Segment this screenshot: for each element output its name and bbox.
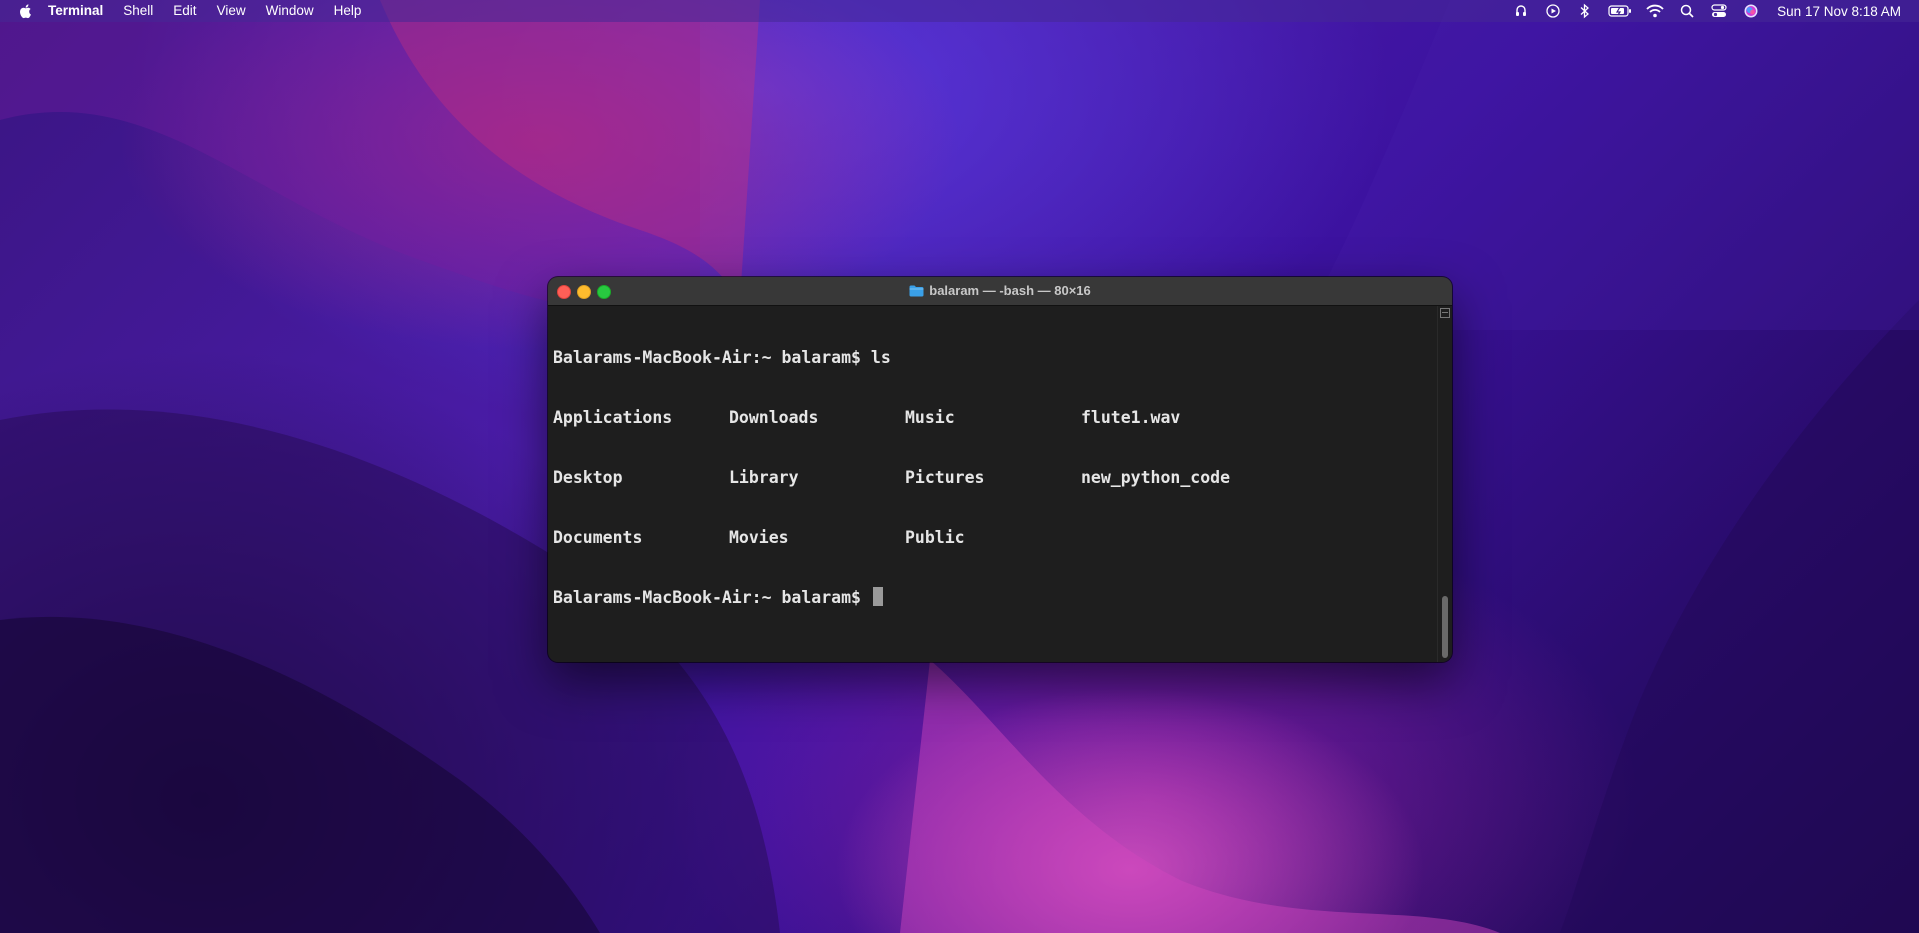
listing-entry: Library <box>729 468 799 487</box>
shell-prompt: Balarams-MacBook-Air:~ balaram$ <box>553 348 871 367</box>
listing-entry: flute1.wav <box>1081 408 1181 427</box>
scrollbar-thumb[interactable] <box>1442 596 1448 658</box>
listing-entry: Applications <box>553 408 673 427</box>
apple-menu-icon[interactable] <box>18 3 34 19</box>
folder-icon <box>909 285 924 297</box>
shell-prompt: Balarams-MacBook-Air:~ balaram$ <box>553 588 871 607</box>
text-cursor <box>872 587 883 606</box>
bluetooth-icon[interactable] <box>1576 3 1594 19</box>
menu-window[interactable]: Window <box>256 0 324 22</box>
menu-bar: Terminal Shell Edit View Window Help Sun… <box>0 0 1919 22</box>
terminal-output[interactable]: Balarams-MacBook-Air:~ balaram$ ls Appli… <box>548 306 1438 662</box>
window-title-area: balaram — -bash — 80×16 <box>548 277 1452 305</box>
listing-entry: Documents <box>553 528 643 547</box>
now-playing-icon[interactable] <box>1544 3 1562 19</box>
airpods-icon[interactable] <box>1512 3 1530 19</box>
command-text: ls <box>870 348 891 367</box>
siri-icon[interactable] <box>1742 3 1760 19</box>
window-titlebar[interactable]: balaram — -bash — 80×16 <box>548 277 1452 306</box>
listing-entry: Music <box>905 408 955 427</box>
menu-app-terminal[interactable]: Terminal <box>48 0 113 22</box>
menubar-clock[interactable]: Sun 17 Nov 8:18 AM <box>1777 4 1901 19</box>
vertical-scrollbar[interactable] <box>1437 306 1452 662</box>
spotlight-search-icon[interactable] <box>1678 3 1696 19</box>
menu-help[interactable]: Help <box>324 0 372 22</box>
split-pane-icon[interactable] <box>1440 308 1450 318</box>
listing-row: Applications Downloads Music flute1.wav <box>553 407 1438 429</box>
battery-icon[interactable] <box>1608 3 1632 19</box>
window-title: balaram — -bash — 80×16 <box>929 283 1091 298</box>
terminal-line-command: Balarams-MacBook-Air:~ balaram$ ls <box>553 347 1438 369</box>
listing-entry: Desktop <box>553 468 623 487</box>
control-center-icon[interactable] <box>1710 3 1728 19</box>
menu-shell[interactable]: Shell <box>113 0 163 22</box>
terminal-line-prompt[interactable]: Balarams-MacBook-Air:~ balaram$ <box>553 587 1438 609</box>
listing-entry: Movies <box>729 528 789 547</box>
menu-view[interactable]: View <box>207 0 256 22</box>
listing-entry: Pictures <box>905 468 985 487</box>
terminal-window[interactable]: balaram — -bash — 80×16 Balarams-MacBook… <box>548 277 1452 662</box>
listing-entry: Downloads <box>729 408 819 427</box>
wifi-icon[interactable] <box>1646 3 1664 19</box>
listing-row: Documents Movies Public <box>553 527 1438 549</box>
listing-entry: Public <box>905 528 965 547</box>
menu-edit[interactable]: Edit <box>163 0 206 22</box>
listing-entry: new_python_code <box>1081 468 1231 487</box>
listing-row: Desktop Library Pictures new_python_code <box>553 467 1438 489</box>
